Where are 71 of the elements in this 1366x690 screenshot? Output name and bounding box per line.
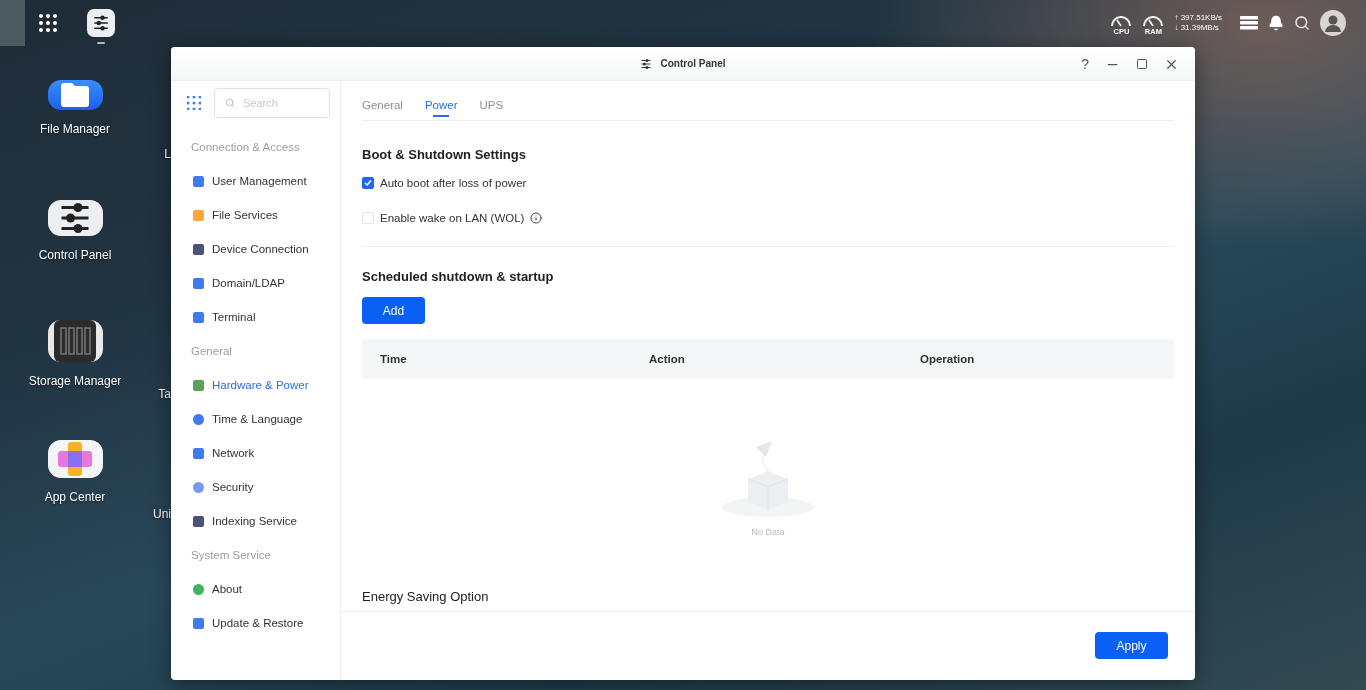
app-label: Storage Manager — [28, 374, 122, 388]
search-icon[interactable] — [1294, 15, 1310, 31]
search-icon — [225, 98, 235, 108]
checkbox-label: Auto boot after loss of power — [380, 177, 527, 189]
menu-item-icon — [193, 617, 204, 629]
window-title: Control Panel — [660, 58, 726, 69]
menu-item-icon — [193, 379, 204, 391]
app-label: File Manager — [40, 122, 110, 136]
apps-grid-icon[interactable] — [187, 96, 201, 110]
menu-item-icon — [193, 209, 204, 221]
app-label: L — [164, 147, 171, 161]
sliders-icon — [640, 57, 653, 70]
menu-item-icon — [193, 175, 204, 187]
app-tile[interactable] — [47, 440, 103, 478]
menu-item-icon — [193, 583, 204, 595]
menu-item-icon — [193, 311, 204, 323]
app-tile[interactable] — [47, 80, 103, 110]
sliders-icon — [92, 14, 110, 32]
app-launcher-icon[interactable] — [37, 12, 59, 34]
empty-state-text: No Data — [751, 527, 785, 537]
sidebar-item[interactable]: Time & Language — [187, 402, 340, 436]
folder-icon — [59, 82, 91, 108]
panel-edge — [0, 0, 25, 46]
sidebar-group-title: General — [190, 344, 233, 359]
menu-item-icon — [193, 515, 204, 527]
section-title: Scheduled shutdown & startup — [362, 269, 555, 284]
app-label: App Center — [44, 490, 106, 504]
sidebar-item[interactable]: File Services — [187, 198, 340, 232]
sidebar-item[interactable]: Network — [187, 436, 340, 470]
bell-icon[interactable] — [1268, 15, 1284, 31]
sidebar-item[interactable]: Terminal — [187, 300, 340, 334]
app-label: Control Panel — [38, 248, 112, 262]
search-field[interactable]: Search — [214, 88, 330, 118]
column-header: Action — [649, 353, 686, 365]
checkbox-label: Enable wake on LAN (WOL) — [380, 212, 525, 224]
sidebar-item[interactable]: Indexing Service — [187, 504, 340, 538]
column-header: Operation — [920, 353, 976, 365]
avatar[interactable] — [1320, 10, 1346, 36]
add-button[interactable]: Add — [362, 297, 425, 324]
download-speed: ↓ 31.39MB/s — [1174, 23, 1220, 33]
app-tile[interactable] — [47, 320, 103, 362]
app-tile[interactable] — [47, 200, 103, 236]
sidebar-item[interactable]: Update & Restore — [187, 606, 340, 640]
app-label: Uni — [153, 507, 171, 521]
info-icon[interactable] — [530, 212, 543, 224]
drive-bays-icon — [54, 320, 96, 362]
sidebar-item[interactable]: User Management — [187, 164, 340, 198]
help-button[interactable]: ? — [1081, 56, 1089, 72]
app-store-icon — [56, 440, 94, 478]
sidebar-item[interactable]: About — [187, 572, 340, 606]
menu-item-icon — [193, 243, 204, 255]
checkbox[interactable] — [362, 177, 374, 189]
menu-item-icon — [193, 413, 204, 425]
section-title: Boot & Shutdown Settings — [362, 147, 527, 162]
server-status-icon[interactable] — [1240, 16, 1258, 30]
sidebar-item[interactable]: Domain/LDAP — [187, 266, 340, 300]
maximize-icon[interactable] — [1136, 58, 1148, 70]
sidebar-item[interactable]: Security — [187, 470, 340, 504]
menu-item-icon — [193, 277, 204, 289]
apply-button[interactable]: Apply — [1095, 632, 1168, 659]
menu-item-icon — [193, 447, 204, 459]
sidebar-item[interactable]: Hardware & Power — [187, 368, 340, 402]
menu-item-icon — [193, 481, 204, 493]
column-header: Time — [380, 353, 408, 365]
section-title: Energy Saving Option — [362, 589, 490, 604]
upload-speed: ↑ 397.51KB/s — [1174, 13, 1222, 23]
tab[interactable]: Power — [424, 99, 458, 120]
sidebar-group-title: Connection & Access — [190, 140, 301, 155]
sidebar-item[interactable]: Device Connection — [187, 232, 340, 266]
sidebar-group-title: System Service — [190, 548, 272, 563]
app-label: Ta — [158, 387, 171, 401]
